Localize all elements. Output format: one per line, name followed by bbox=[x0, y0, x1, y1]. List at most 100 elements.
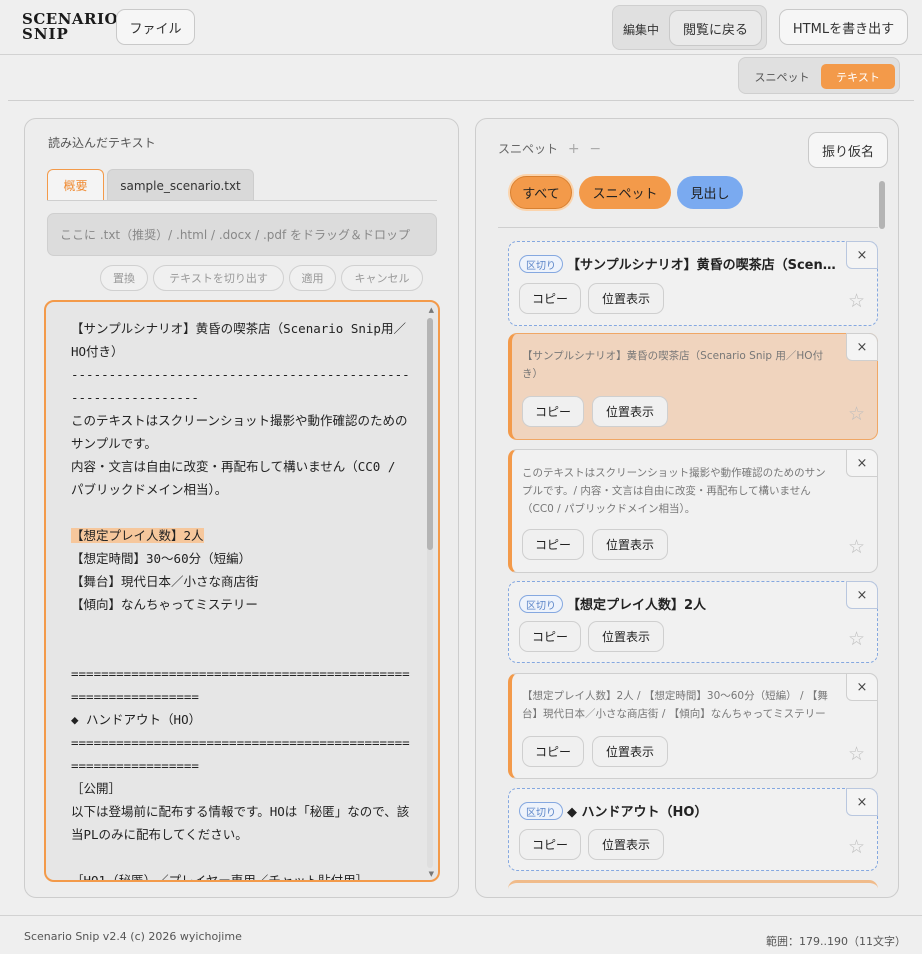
editor-line: ========================================… bbox=[71, 735, 410, 773]
locate-button[interactable]: 位置表示 bbox=[588, 621, 664, 652]
close-icon[interactable]: × bbox=[846, 788, 878, 816]
editor-line: 以下は登場前に配布する情報です。HOは「秘匿」なので、該当PLのみに配布してくだ… bbox=[71, 804, 410, 842]
back-to-view-button[interactable]: 閲覧に戻る bbox=[669, 10, 762, 46]
tab-summary[interactable]: 概要 bbox=[47, 169, 104, 201]
locate-button[interactable]: 位置表示 bbox=[588, 829, 664, 860]
editor-scrollbar[interactable] bbox=[427, 318, 433, 868]
view-snippet-button[interactable]: スニペット bbox=[745, 64, 819, 89]
snippet-card[interactable]: 【想定プレイ人数】2人 / 【想定時間】30〜60分（短編） / 【舞台】現代日… bbox=[508, 673, 878, 779]
remove-snippet-icon[interactable]: − bbox=[589, 141, 601, 157]
editor-line: ◆ ハンドアウト（HO） bbox=[71, 712, 202, 727]
text-editor[interactable]: 【サンプルシナリオ】黄昏の喫茶店（Scenario Snip用／HO付き） ---… bbox=[44, 300, 440, 882]
card-title: 【想定プレイ人数】2人 bbox=[567, 598, 707, 613]
card-text: 【サンプルシナリオ】黄昏の喫茶店（Scenario Snip 用／HO付き） bbox=[522, 350, 824, 380]
snippet-panel: スニペット + − 振り仮名 すべて スニペット 見出し 区切り 【サンプルシナ… bbox=[475, 118, 899, 898]
app-logo: SCENARIO SNIP bbox=[22, 10, 119, 43]
editor-line: 【舞台】現代日本／小さな商店街 bbox=[71, 574, 259, 589]
editor-scroll-thumb[interactable] bbox=[427, 318, 433, 550]
star-icon[interactable]: ☆ bbox=[848, 290, 865, 312]
star-icon[interactable]: ☆ bbox=[848, 743, 865, 765]
mode-label: 編集中 bbox=[623, 23, 660, 37]
copy-button[interactable]: コピー bbox=[522, 736, 584, 767]
locate-button[interactable]: 位置表示 bbox=[592, 396, 668, 427]
scroll-down-icon[interactable]: ▼ bbox=[429, 870, 434, 878]
scroll-up-icon[interactable]: ▲ bbox=[429, 306, 434, 314]
card-title: ◆ ハンドアウト（HO） bbox=[567, 805, 708, 820]
close-icon[interactable]: × bbox=[846, 241, 878, 269]
copy-button[interactable]: コピー bbox=[519, 621, 581, 652]
star-icon[interactable]: ☆ bbox=[848, 836, 865, 858]
locate-button[interactable]: 位置表示 bbox=[592, 736, 668, 767]
tab-file[interactable]: sample_scenario.txt bbox=[107, 169, 254, 201]
close-icon[interactable]: × bbox=[846, 673, 878, 701]
snippet-scroll-thumb[interactable] bbox=[879, 181, 885, 229]
editor-line: ［HO1（秘匿）／プレイヤー専用／チャット貼付用］ bbox=[71, 873, 369, 882]
selection-range: 範囲：179..190（11文字） bbox=[766, 935, 906, 948]
tab-divider bbox=[47, 200, 437, 201]
copy-button[interactable]: コピー bbox=[519, 283, 581, 314]
filter-divider bbox=[498, 227, 878, 228]
sub-bar: スニペット テキスト bbox=[8, 55, 914, 101]
version-text: Scenario Snip v2.4 (c) 2026 wyichojime bbox=[24, 930, 242, 943]
highlighted-text: 【想定プレイ人数】2人 bbox=[71, 528, 204, 543]
separator-badge: 区切り bbox=[519, 802, 563, 820]
star-icon[interactable]: ☆ bbox=[848, 628, 865, 650]
file-button[interactable]: ファイル bbox=[116, 9, 195, 45]
star-icon[interactable]: ☆ bbox=[848, 403, 865, 425]
close-icon[interactable]: × bbox=[846, 449, 878, 477]
snippet-header: スニペット + − bbox=[498, 140, 601, 157]
copy-button[interactable]: コピー bbox=[522, 396, 584, 427]
footer-divider bbox=[0, 915, 922, 916]
snippet-card-heading[interactable]: 区切り 【サンプルシナリオ】黄昏の喫茶店（Scenario Snip用／HO付き… bbox=[508, 241, 878, 326]
close-icon[interactable]: × bbox=[846, 581, 878, 609]
close-icon[interactable]: × bbox=[846, 333, 878, 361]
editor-line: このテキストはスクリーンショット撮影や動作確認のためのサンプルです。 bbox=[71, 413, 408, 451]
separator-badge: 区切り bbox=[519, 255, 563, 273]
locate-button[interactable]: 位置表示 bbox=[592, 529, 668, 560]
view-text-button[interactable]: テキスト bbox=[821, 64, 895, 89]
editor-line: 【想定時間】30〜60分（短編） bbox=[71, 551, 252, 566]
view-toggle: スニペット テキスト bbox=[738, 57, 900, 94]
file-dropzone[interactable]: ここに .txt（推奨）/ .html / .docx / .pdf をドラッグ… bbox=[47, 213, 437, 256]
card-text: 【想定プレイ人数】2人 / 【想定時間】30〜60分（短編） / 【舞台】現代日… bbox=[522, 690, 828, 720]
filter-heading[interactable]: 見出し bbox=[677, 176, 743, 209]
replace-button[interactable]: 置換 bbox=[100, 265, 148, 291]
editor-line: 【サンプルシナリオ】黄昏の喫茶店（Scenario Snip用／HO付き） bbox=[71, 321, 406, 359]
panel-title: 読み込んだテキスト bbox=[48, 136, 156, 150]
copy-button[interactable]: コピー bbox=[519, 829, 581, 860]
filter-all[interactable]: すべて bbox=[510, 176, 572, 209]
export-html-button[interactable]: HTMLを書き出す bbox=[779, 9, 908, 45]
snippet-card-active[interactable]: 【サンプルシナリオ】黄昏の喫茶店（Scenario Snip 用／HO付き） コ… bbox=[508, 333, 878, 440]
locate-button[interactable]: 位置表示 bbox=[588, 283, 664, 314]
card-text: このテキストはスクリーンショット撮影や動作確認のためのサンプルです。/ 内容・文… bbox=[522, 467, 826, 515]
top-bar: SCENARIO SNIP ファイル 編集中 閲覧に戻る HTMLを書き出す bbox=[0, 0, 922, 55]
snippet-title: スニペット bbox=[498, 142, 559, 156]
cancel-button[interactable]: キャンセル bbox=[341, 265, 423, 291]
snippet-card-heading[interactable]: 区切り 【想定プレイ人数】2人 コピー 位置表示 × ☆ bbox=[508, 581, 878, 663]
mode-group: 編集中 閲覧に戻る bbox=[612, 5, 767, 50]
editor-line: 【想定プレイ人数】2人 bbox=[71, 524, 411, 547]
star-icon[interactable]: ☆ bbox=[848, 536, 865, 558]
cut-text-button[interactable]: テキストを切り出す bbox=[153, 265, 284, 291]
editor-line: ［公開］ bbox=[71, 781, 122, 796]
snippet-card-heading[interactable]: 区切り ◆ ハンドアウト（HO） コピー 位置表示 × ☆ bbox=[508, 788, 878, 871]
filter-snippet[interactable]: スニペット bbox=[579, 176, 671, 209]
next-card-peek bbox=[508, 880, 878, 892]
editor-line: ========================================… bbox=[71, 666, 410, 704]
apply-button[interactable]: 適用 bbox=[289, 265, 336, 291]
loaded-text-panel: 読み込んだテキスト 概要 sample_scenario.txt ここに .tx… bbox=[24, 118, 459, 898]
card-title: 【サンプルシナリオ】黄昏の喫茶店（Scenario Snip用／HO付き） bbox=[567, 258, 837, 273]
editor-line: ----------------------------------------… bbox=[71, 367, 410, 405]
editor-line: 内容・文言は自由に改変・再配布して構いません（CC0 / パブリックドメイン相当… bbox=[71, 459, 403, 497]
furigana-button[interactable]: 振り仮名 bbox=[808, 132, 888, 168]
editor-line: 【傾向】なんちゃってミステリー bbox=[71, 597, 258, 612]
copy-button[interactable]: コピー bbox=[522, 529, 584, 560]
editor-content[interactable]: 【サンプルシナリオ】黄昏の喫茶店（Scenario Snip用／HO付き） ---… bbox=[71, 317, 411, 882]
snippet-card[interactable]: このテキストはスクリーンショット撮影や動作確認のためのサンプルです。/ 内容・文… bbox=[508, 449, 878, 573]
separator-badge: 区切り bbox=[519, 595, 563, 613]
add-snippet-icon[interactable]: + bbox=[568, 141, 580, 157]
